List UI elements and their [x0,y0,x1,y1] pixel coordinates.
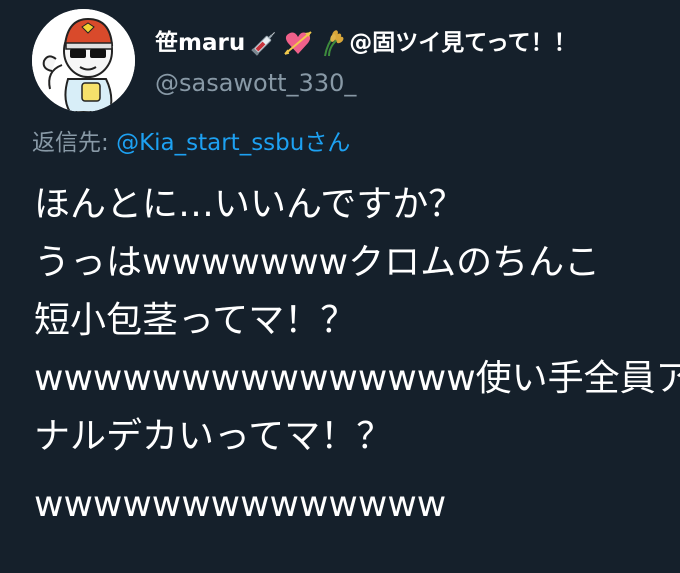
user-handle[interactable]: @sasawott_330_ [155,68,356,98]
tweet-line: ナルデカいってマ！？ [34,416,393,457]
display-name[interactable]: 笹maru [155,29,245,57]
tweet-line: うっはwwwwwwwクロムのちんこ [34,242,601,283]
syringe-icon [249,28,279,58]
tweet-line: ほんとに…いいんですか？ [34,184,465,225]
tweet-line: 短小包茎ってマ！？ [34,300,357,341]
reply-to-label: 返信先: [32,130,117,156]
avatar-illustration [32,9,135,112]
tweet-text: ほんとに…いいんですか？ うっはwwwwwwwクロムのちんこ 短小包茎ってマ！？… [34,176,680,534]
reply-to: 返信先: @Kia_start_ssbuさん [32,128,350,158]
tweet-line: wwwwwwwwwwwwww [34,484,447,525]
reply-to-user-link[interactable]: @Kia_start_ssbuさん [116,130,350,156]
name-row[interactable]: 笹maru @固ツイ見てって！！ [155,28,577,58]
rice-plant-icon [317,28,347,58]
tweet-line: wwwwwwwwwwwwwww使い手全員ア [34,358,680,399]
display-name-suffix[interactable]: @固ツイ見てって！！ [349,29,576,57]
heart-with-arrow-icon [283,28,313,58]
avatar[interactable] [32,9,135,112]
tweet: 笹maru @固ツイ見てって！！ @sasawott_330_ 返信先: @Ki… [0,0,680,573]
